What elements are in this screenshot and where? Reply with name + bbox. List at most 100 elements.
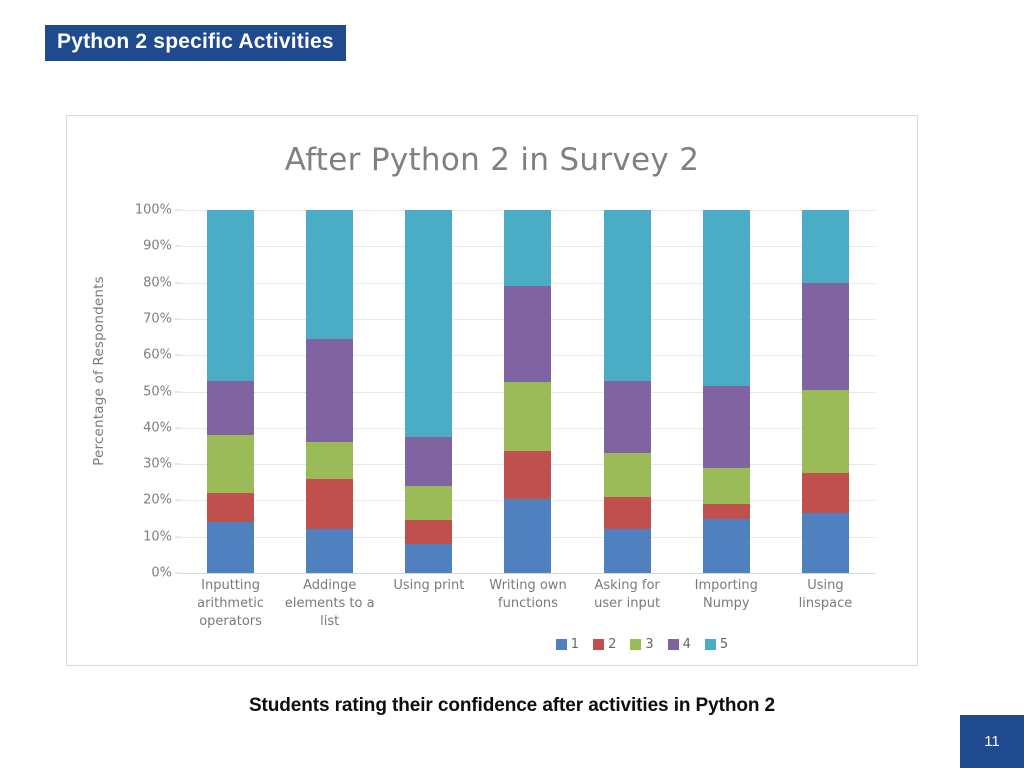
bar-segment-4[interactable] <box>801 282 849 390</box>
bar-segment-1[interactable] <box>603 529 651 573</box>
bar-segment-4[interactable] <box>603 380 651 454</box>
x-axis-label-line: Addinge <box>303 578 357 593</box>
y-tick-label: 40% <box>143 420 172 436</box>
x-axis-label-line: Inputting <box>201 578 260 593</box>
y-tick-label: 50% <box>143 384 172 399</box>
legend-swatch-icon <box>667 639 679 650</box>
x-axis-label-line: linspace <box>798 596 853 611</box>
bar-segment-3[interactable] <box>207 435 255 494</box>
bar-segment-1[interactable] <box>306 529 354 573</box>
bars-group <box>181 210 875 573</box>
chart-container: After Python 2 in Survey 2 Percentage of… <box>66 115 918 666</box>
bar-column[interactable] <box>603 210 651 573</box>
bar-segment-2[interactable] <box>207 493 255 523</box>
legend-swatch-icon <box>593 639 605 650</box>
bar-segment-1[interactable] <box>702 518 750 573</box>
legend-swatch-icon <box>555 639 567 650</box>
y-tick-label: 70% <box>143 311 172 327</box>
bar-segment-5[interactable] <box>207 210 255 381</box>
bar-segment-5[interactable] <box>702 210 750 387</box>
x-axis-label-line: elements to a <box>284 596 375 611</box>
bar-segment-5[interactable] <box>405 210 453 437</box>
y-tick-label: 100% <box>134 202 172 218</box>
legend-label: 5 <box>719 637 729 652</box>
legend-label: 4 <box>682 637 691 652</box>
bar-segment-3[interactable] <box>603 453 651 497</box>
chart-legend: 1 2 3 4 5 <box>67 637 917 652</box>
x-axis-label-line: functions <box>498 596 558 611</box>
bar-segment-1[interactable] <box>504 498 552 573</box>
bar-segment-1[interactable] <box>405 543 453 573</box>
bar-segment-5[interactable] <box>306 210 354 339</box>
bar-segment-1[interactable] <box>801 513 849 573</box>
slide-caption: Students rating their confidence after a… <box>248 695 775 716</box>
bar-segment-2[interactable] <box>504 451 552 499</box>
y-tick-label: 10% <box>143 529 172 545</box>
x-axis-label-line: Writing own <box>489 578 567 593</box>
y-axis-title: Percentage of Respondents <box>91 276 107 466</box>
x-axis-label: Using linspace <box>776 577 875 631</box>
bar-segment-3[interactable] <box>504 382 552 452</box>
x-axis-label: Using print <box>379 577 478 631</box>
x-axis-label-line: user input <box>594 596 661 611</box>
x-axis-label-line: operators <box>199 614 262 629</box>
plot-area: 100% 90% 80% 70% 60% 50% 40% 30% 20% 10% 0% <box>135 203 875 581</box>
legend-item-3[interactable]: 3 <box>630 637 654 652</box>
x-axis-label-line: Asking for <box>594 578 660 593</box>
y-tick-label: 90% <box>143 238 172 254</box>
y-tick-label: 20% <box>143 492 172 508</box>
bar-segment-4[interactable] <box>504 286 552 383</box>
x-axis-label-line: Importing <box>694 578 758 593</box>
legend-label: 1 <box>570 637 580 652</box>
bar-column[interactable] <box>504 210 552 573</box>
y-tick-label: 80% <box>143 275 172 291</box>
legend-item-1[interactable]: 1 <box>555 637 580 652</box>
y-tick-label: 60% <box>143 347 172 363</box>
bar-segment-5[interactable] <box>504 210 552 287</box>
bar-segment-4[interactable] <box>702 386 750 468</box>
bar-segment-2[interactable] <box>801 473 849 514</box>
x-axis-label-line: Using print <box>393 578 465 593</box>
bar-column[interactable] <box>801 210 849 573</box>
bar-segment-2[interactable] <box>702 504 750 519</box>
bar-segment-5[interactable] <box>801 210 849 283</box>
bar-segment-3[interactable] <box>801 389 849 474</box>
x-axis-label-line: list <box>320 614 340 629</box>
bar-column[interactable] <box>207 210 255 573</box>
bar-segment-3[interactable] <box>702 467 750 505</box>
bar-segment-2[interactable] <box>306 478 354 530</box>
bar-segment-4[interactable] <box>207 380 255 436</box>
x-axis-label: Importing Numpy <box>677 577 776 631</box>
gridline <box>181 573 875 574</box>
bar-column[interactable] <box>306 210 354 573</box>
bar-segment-4[interactable] <box>405 436 453 486</box>
chart-title: After Python 2 in Survey 2 <box>284 142 700 178</box>
slide-title: Python 2 specific Activities <box>45 25 346 61</box>
legend-item-2[interactable]: 2 <box>593 637 616 652</box>
x-axis-label: Addinge elements to a list <box>280 577 379 631</box>
bar-segment-5[interactable] <box>603 210 651 381</box>
legend-label: 2 <box>608 637 617 652</box>
legend-swatch-icon <box>704 639 716 650</box>
x-axis-label-line: Numpy <box>702 596 750 611</box>
bar-segment-1[interactable] <box>207 522 255 573</box>
bar-segment-3[interactable] <box>306 442 354 479</box>
x-axis-labels: Inputting arithmetic operators Addinge eleme… <box>181 577 875 631</box>
bar-column[interactable] <box>405 210 453 573</box>
x-axis-label: Inputting arithmetic operators <box>181 577 280 631</box>
legend-item-4[interactable]: 4 <box>667 637 691 652</box>
bar-segment-3[interactable] <box>405 485 453 521</box>
bar-segment-2[interactable] <box>603 496 651 530</box>
legend-swatch-icon <box>630 639 642 650</box>
x-axis-label-line: arithmetic <box>197 596 264 611</box>
page-number-badge: 11 <box>960 715 1024 768</box>
legend-item-5[interactable]: 5 <box>704 637 729 652</box>
bar-segment-2[interactable] <box>405 520 453 544</box>
bar-segment-4[interactable] <box>306 338 354 443</box>
x-axis-label: Writing own functions <box>478 577 577 631</box>
y-tick-label: 0% <box>151 565 172 581</box>
y-tick-label: 30% <box>143 456 172 472</box>
bar-column[interactable] <box>702 210 750 573</box>
x-axis-label-line: Using <box>807 578 844 593</box>
legend-label: 3 <box>645 637 654 652</box>
